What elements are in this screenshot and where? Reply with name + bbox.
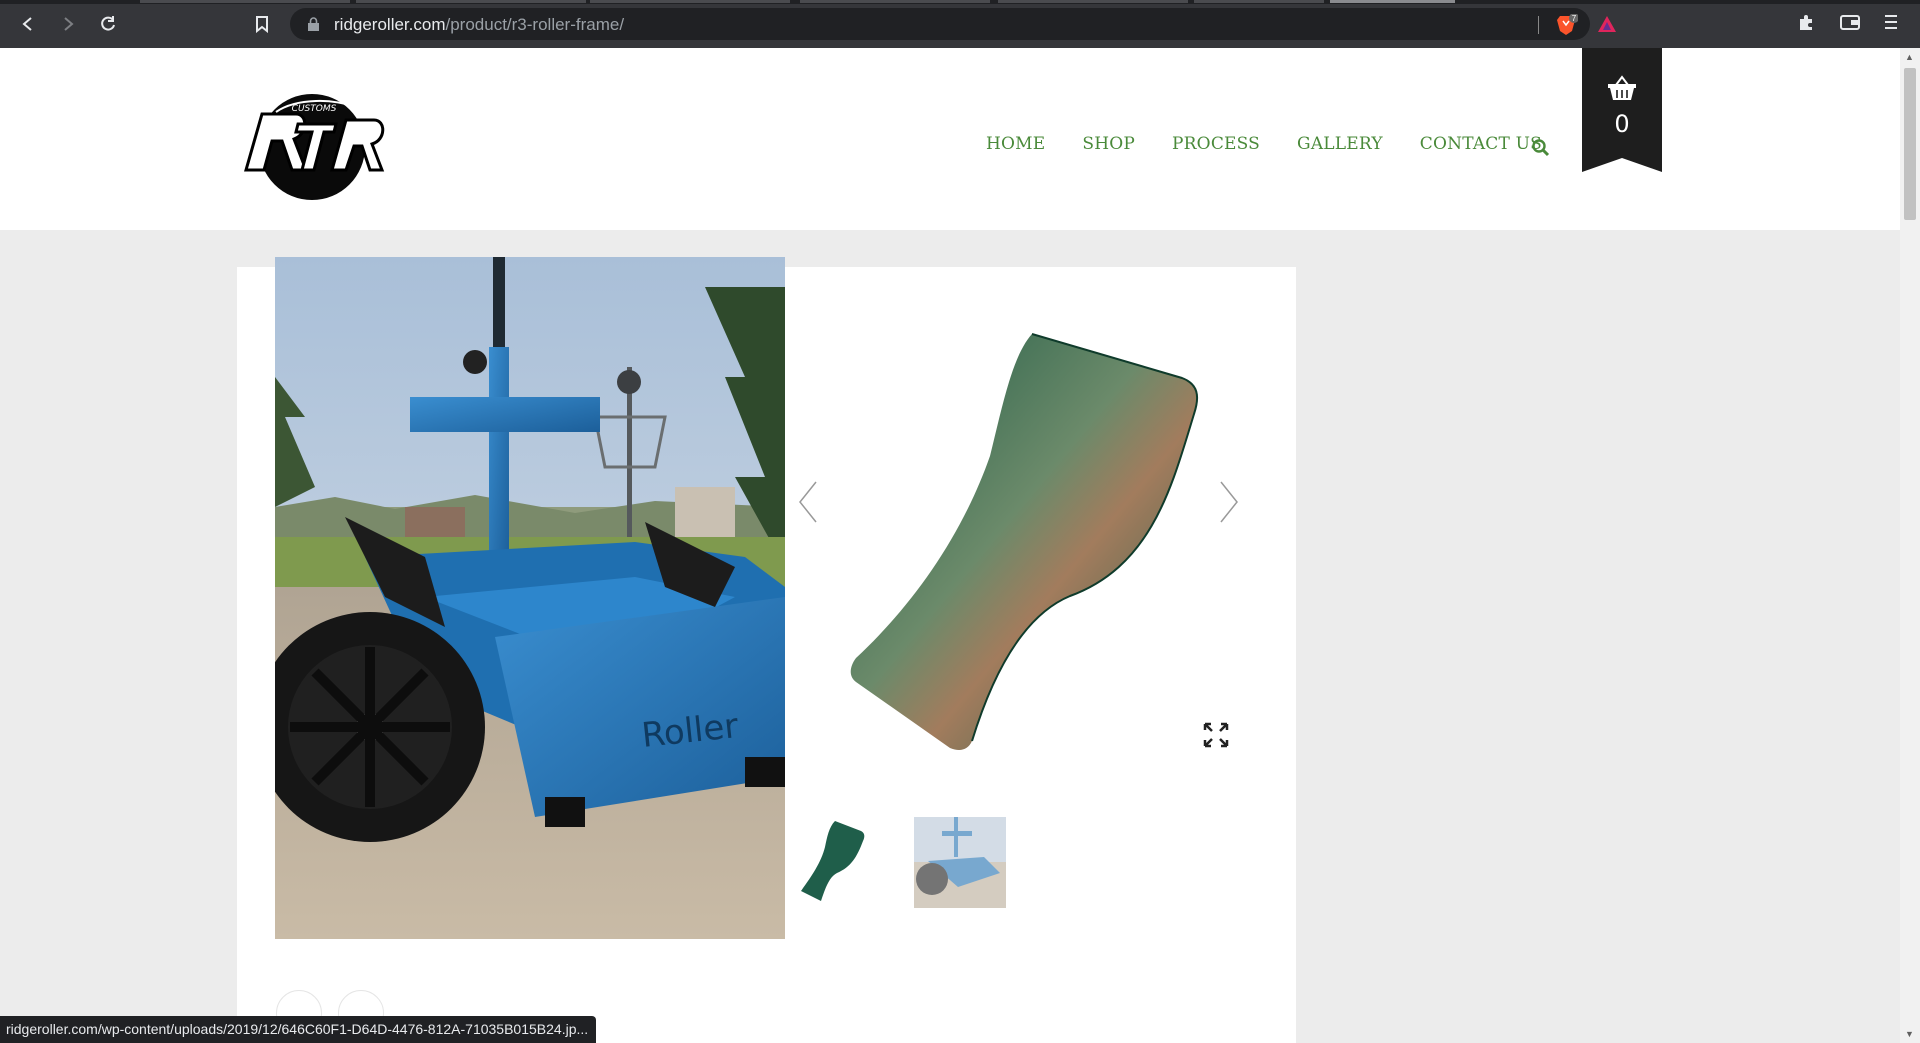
forward-button[interactable]	[56, 12, 80, 36]
back-icon	[22, 17, 32, 31]
reload-button[interactable]	[96, 12, 120, 36]
basket-icon	[1608, 75, 1636, 100]
nav-contact-us[interactable]: CONTACT US	[1420, 134, 1542, 154]
thumbnail-cart-image	[914, 817, 1006, 908]
reload-icon	[101, 16, 115, 31]
extensions-button[interactable]	[1797, 13, 1815, 36]
powder-coat-swatch-image[interactable]	[842, 316, 1212, 756]
hamburger-icon	[1885, 15, 1897, 29]
url-path: /product/r3-roller-frame/	[445, 15, 625, 34]
fullscreen-zoom-icon[interactable]	[1203, 722, 1229, 748]
thumbnail-roller-cart[interactable]	[914, 817, 1006, 908]
logo-subtext: CUSTOMS	[292, 104, 337, 114]
gallery-next-arrow[interactable]	[1217, 478, 1241, 526]
wallet-button[interactable]	[1840, 13, 1860, 36]
puzzle-icon	[1800, 15, 1812, 30]
scroll-thumb[interactable]	[1904, 68, 1916, 220]
wallet-icon	[1840, 15, 1860, 30]
brave-badge: 7	[1572, 14, 1577, 23]
brave-shields-icon[interactable]: 7	[1554, 14, 1578, 36]
bookmark-button[interactable]	[250, 12, 274, 36]
thumbnail-swatch[interactable]	[797, 817, 867, 905]
site-header: CUSTOMS HOME SHOP PROCESS GALLERY CONTAC…	[0, 48, 1900, 230]
lock-icon	[308, 17, 319, 31]
scroll-up-arrow[interactable]: ▲	[1905, 52, 1914, 62]
nav-gallery[interactable]: GALLERY	[1297, 134, 1383, 154]
brave-rewards-icon[interactable]	[1596, 14, 1618, 34]
rtr-logo[interactable]: CUSTOMS	[236, 84, 388, 202]
main-navigation: HOME SHOP PROCESS GALLERY CONTACT US	[986, 134, 1542, 154]
roller-cart-image: Roller	[275, 257, 785, 939]
back-button[interactable]	[16, 12, 40, 36]
nav-process[interactable]: PROCESS	[1172, 134, 1260, 154]
forward-icon	[64, 17, 74, 31]
page-scrollbar[interactable]: ▲ ▼	[1900, 48, 1920, 1043]
nav-shop[interactable]: SHOP	[1082, 134, 1135, 154]
main-product-photo[interactable]: Roller	[275, 257, 785, 939]
gallery-prev-arrow[interactable]	[796, 478, 820, 526]
scroll-down-arrow[interactable]: ▼	[1905, 1029, 1914, 1039]
tab-strip	[0, 0, 1920, 4]
cart-count: 0	[1614, 110, 1630, 138]
url-text: ridgeroller.com/product/r3-roller-frame/	[334, 15, 624, 35]
url-divider	[1538, 16, 1539, 34]
browser-toolbar: ridgeroller.com/product/r3-roller-frame/…	[0, 0, 1920, 48]
bookmark-icon	[256, 16, 268, 33]
url-host: ridgeroller.com	[334, 15, 446, 34]
status-bar-url: ridgeroller.com/wp-content/uploads/2019/…	[0, 1016, 597, 1043]
search-icon[interactable]	[1531, 138, 1551, 158]
menu-button[interactable]	[1884, 13, 1898, 36]
address-bar[interactable]: ridgeroller.com/product/r3-roller-frame/…	[290, 8, 1616, 40]
nav-home[interactable]: HOME	[986, 134, 1045, 154]
